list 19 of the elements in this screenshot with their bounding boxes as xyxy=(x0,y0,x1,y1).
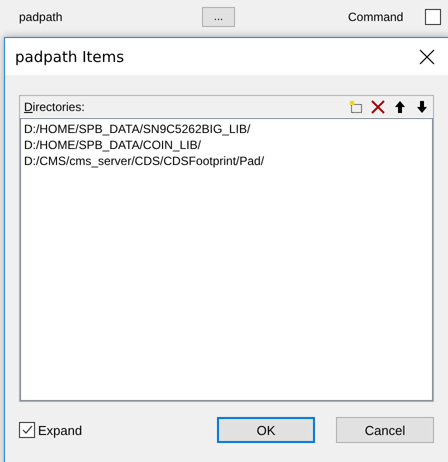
close-icon[interactable] xyxy=(419,48,435,64)
list-label: Directories: xyxy=(24,100,85,114)
up-arrow-icon[interactable] xyxy=(393,100,407,114)
browse-button[interactable]: ... xyxy=(202,7,235,27)
property-name: padpath xyxy=(19,10,64,24)
directory-item[interactable]: D:/CMS/cms_server/CDS/CDSFootprint/Pad/ xyxy=(24,153,429,169)
checkmark-icon xyxy=(21,424,33,436)
down-arrow-icon[interactable] xyxy=(415,100,429,114)
checkbox-label: Expand xyxy=(38,422,82,438)
directory-item[interactable]: D:/HOME/SPB_DATA/SN9C5262BIG_LIB/ xyxy=(24,121,429,137)
window-title: padpath Items xyxy=(15,48,124,66)
new-item-icon[interactable] xyxy=(349,100,363,114)
property-type: Command xyxy=(348,10,404,24)
expand-checkbox[interactable] xyxy=(19,422,35,438)
directory-item[interactable]: D:/HOME/SPB_DATA/COIN_LIB/ xyxy=(24,137,429,153)
checkbox[interactable] xyxy=(425,9,441,25)
delete-icon[interactable] xyxy=(371,100,385,114)
cancel-button[interactable]: Cancel xyxy=(336,417,434,443)
ok-button[interactable]: OK xyxy=(217,417,315,443)
